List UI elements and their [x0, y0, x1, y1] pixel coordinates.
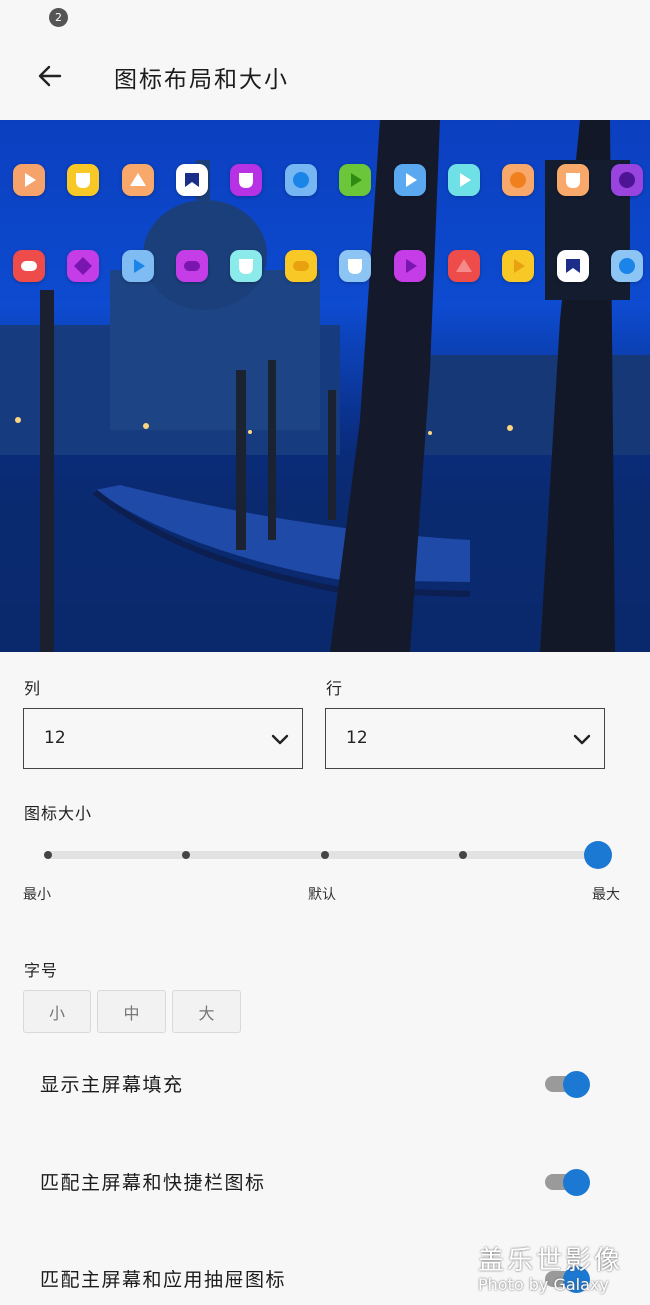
font-size-small-button[interactable]: 小: [23, 990, 91, 1033]
pill-icon: [184, 261, 201, 271]
app-bar: 图标布局和大小: [0, 44, 650, 108]
icon-row-1: [13, 164, 643, 196]
play-icon: [459, 173, 471, 187]
bookmark-icon: [565, 259, 580, 273]
slider-default-label: 默认: [308, 887, 336, 903]
app-icon: [339, 250, 372, 282]
shield-icon: [76, 173, 91, 188]
wallpaper-image: [0, 120, 650, 652]
icon-size-slider[interactable]: [44, 840, 612, 870]
arrow-left-icon: [38, 65, 62, 87]
font-size-medium-button[interactable]: 中: [97, 990, 166, 1033]
columns-select-value: 12: [44, 728, 66, 748]
rows-select-value: 12: [346, 728, 368, 748]
slider-step: [182, 851, 190, 859]
pill-icon: [292, 261, 309, 271]
app-icon: [502, 250, 535, 282]
slider-max-label: 最大: [592, 887, 620, 903]
toggle-thumb: [563, 1071, 590, 1098]
columns-label: 列: [24, 679, 42, 698]
app-icon: [339, 164, 372, 196]
slider-step: [321, 851, 329, 859]
rows-label: 行: [326, 679, 344, 698]
font-size-large-button[interactable]: 大: [172, 990, 241, 1033]
app-icon: [447, 250, 480, 282]
toggle-thumb: [563, 1169, 590, 1196]
show-padding-toggle[interactable]: [543, 1071, 591, 1098]
setting-label: 匹配主屏幕和快捷栏图标: [40, 1172, 266, 1194]
page-title: 图标布局和大小: [114, 67, 289, 93]
app-icon: [610, 250, 643, 282]
shield-icon: [348, 259, 363, 274]
app-icon: [502, 164, 535, 196]
app-icon: [176, 164, 209, 196]
play-icon: [405, 259, 417, 273]
rows-select[interactable]: 12: [325, 708, 605, 769]
notification-badge: 2: [49, 8, 68, 27]
app-icon: [230, 250, 263, 282]
shield-icon: [565, 173, 580, 188]
app-icon: [284, 250, 317, 282]
slider-step: [44, 851, 52, 859]
bookmark-icon: [185, 173, 200, 187]
status-bar: 2: [0, 0, 650, 36]
play-icon: [25, 173, 36, 187]
watermark-subtitle: Photo by Galaxy: [478, 1275, 609, 1294]
slider-thumb[interactable]: [584, 841, 612, 869]
columns-select[interactable]: 12: [23, 708, 303, 769]
back-button[interactable]: [30, 56, 70, 96]
shield-icon: [239, 259, 254, 274]
circle-icon: [618, 172, 635, 188]
setting-label: 匹配主屏幕和应用抽屉图标: [40, 1269, 287, 1291]
app-icon: [393, 250, 426, 282]
app-icon: [230, 164, 263, 196]
app-icon: [393, 164, 426, 196]
pill-icon: [21, 261, 37, 271]
app-icon: [67, 250, 100, 282]
circle-icon: [510, 172, 527, 188]
watermark-title: 盖乐世影像: [478, 1246, 624, 1276]
app-icon: [610, 164, 643, 196]
play-icon: [351, 173, 363, 187]
shield-icon: [239, 173, 254, 188]
play-icon: [514, 259, 526, 273]
chevron-down-icon: [573, 734, 591, 745]
app-icon: [556, 164, 589, 196]
app-icon: [67, 164, 100, 196]
photo-watermark: 盖乐世影像 Photo by Galaxy: [478, 1240, 646, 1300]
app-icon: [284, 164, 317, 196]
app-icon: [13, 164, 45, 196]
play-icon: [133, 259, 145, 273]
icon-row-2: [13, 250, 643, 282]
slider-step: [459, 851, 467, 859]
setting-row-match-dock[interactable]: 匹配主屏幕和快捷栏图标: [0, 1150, 650, 1210]
app-icon: [556, 250, 589, 282]
app-icon: [13, 250, 45, 282]
chevron-down-icon: [271, 734, 289, 745]
icon-size-label: 图标大小: [24, 804, 93, 823]
triangle-icon: [129, 173, 146, 186]
font-size-label: 字号: [24, 961, 59, 980]
slider-min-label: 最小: [23, 887, 51, 903]
wallpaper-preview: [0, 120, 650, 652]
circle-icon: [292, 172, 309, 188]
app-icon: [121, 164, 154, 196]
circle-icon: [618, 258, 635, 274]
triangle-icon: [455, 259, 472, 272]
app-icon: [447, 164, 480, 196]
setting-label: 显示主屏幕填充: [40, 1074, 184, 1096]
match-dock-toggle[interactable]: [543, 1169, 591, 1196]
app-icon: [121, 250, 154, 282]
app-icon: [176, 250, 209, 282]
play-icon: [405, 173, 417, 187]
setting-row-show-padding[interactable]: 显示主屏幕填充: [0, 1052, 650, 1112]
diamond-icon: [74, 257, 93, 275]
